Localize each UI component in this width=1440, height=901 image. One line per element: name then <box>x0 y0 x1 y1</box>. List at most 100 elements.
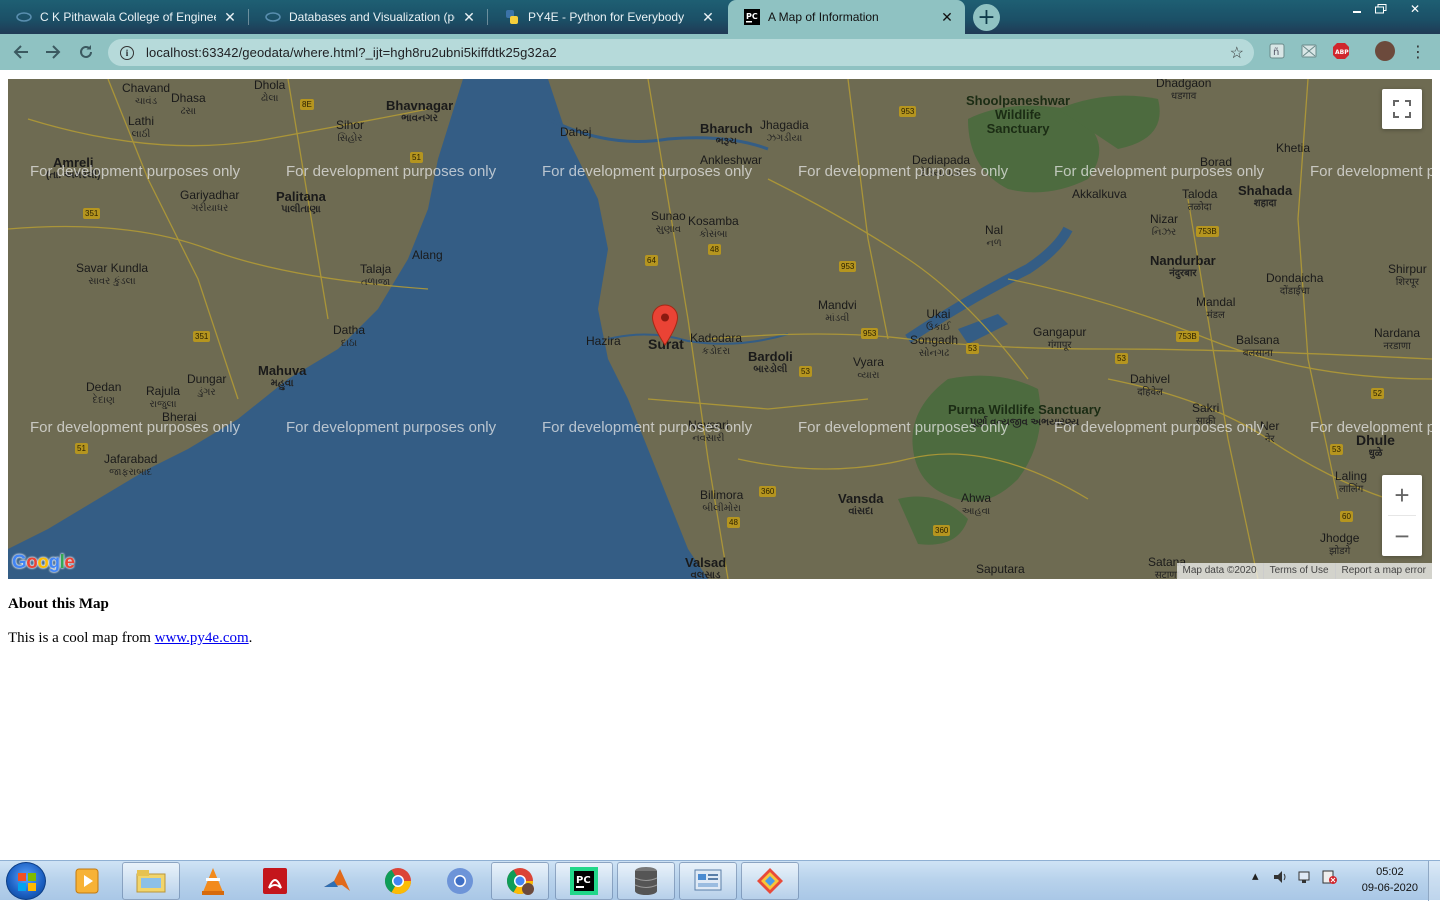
vlc-icon[interactable] <box>184 862 242 900</box>
fullscreen-button[interactable] <box>1382 89 1422 129</box>
map-label: Nizar નિઝર <box>1150 212 1179 239</box>
map-label: Shirpur शिरपूर <box>1388 262 1427 289</box>
globe-icon <box>16 9 32 25</box>
dev-watermark: For development purposes only <box>1310 163 1432 180</box>
road-shield: 53 <box>799 366 812 377</box>
map-label: Vyara વ્યારા <box>853 355 884 382</box>
extension-icon[interactable]: ñ <box>1268 42 1286 60</box>
map-label: Jhagadia ઝગડીયા <box>760 118 809 145</box>
adblock-icon[interactable]: ABP <box>1332 42 1350 60</box>
browser-toolbar: i localhost:63342/geodata/where.html?_ij… <box>0 34 1440 70</box>
start-button[interactable] <box>6 862 46 900</box>
dev-watermark: For development purposes only <box>1054 419 1265 436</box>
forward-icon[interactable] <box>40 40 66 64</box>
road-shield: 753B <box>1196 226 1219 237</box>
minimize-icon[interactable] <box>1344 0 1370 18</box>
system-clock[interactable]: 05:02 09-06-2020 <box>1362 864 1418 896</box>
address-url: localhost:63342/geodata/where.html?_ijt=… <box>146 45 557 60</box>
dev-watermark: For development purposes only <box>798 419 1009 436</box>
file-explorer-icon[interactable] <box>122 862 180 900</box>
app-icon[interactable] <box>741 862 799 900</box>
about-paragraph: This is a cool map from www.py4e.com. <box>8 630 252 647</box>
py4e-link[interactable]: www.py4e.com <box>155 630 249 646</box>
map-label: Ukai ઉકાઈ <box>926 307 951 334</box>
road-shield: 351 <box>193 331 211 342</box>
map-label: Palitana પાલીતાણા <box>276 189 326 215</box>
close-icon[interactable]: ✕ <box>461 9 477 25</box>
close-icon[interactable]: ✕ <box>700 9 716 25</box>
zoom-in-button[interactable]: + <box>1382 475 1422 515</box>
map-label: Dhule धुळे <box>1356 432 1395 459</box>
map-label: Valsad વલસાડ <box>685 555 727 579</box>
chrome-profile-icon[interactable] <box>491 862 549 900</box>
map-label: Balsana बलसाना <box>1236 333 1280 360</box>
menu-icon[interactable]: ⋮ <box>1409 42 1427 61</box>
close-window-icon[interactable]: ✕ <box>1400 0 1430 18</box>
dev-watermark: For development purposes only <box>286 419 497 436</box>
svg-text:ABP: ABP <box>1335 49 1349 56</box>
map-label: Mandal मंडल <box>1196 295 1236 322</box>
volume-icon[interactable] <box>1272 869 1288 889</box>
map-attribution: Map data ©2020 Terms of Use Report a map… <box>1176 563 1432 579</box>
map-label: Dhasa ઢસા <box>171 91 206 118</box>
map-label: Songadh સોનગઢ <box>910 333 959 360</box>
tab-strip: C K Pithawala College of Enginee ✕ Datab… <box>0 0 1440 34</box>
map-label: Akkalkuva <box>1072 187 1127 201</box>
map-label: Gangapur गंगापूर <box>1033 325 1087 352</box>
reload-icon[interactable] <box>73 40 99 64</box>
report-map-error-link[interactable]: Report a map error <box>1334 563 1432 579</box>
road-shield: 953 <box>839 261 857 272</box>
tab-databases[interactable]: Databases and Visualization (pee ✕ <box>249 0 487 34</box>
close-icon[interactable]: ✕ <box>939 9 955 25</box>
map-label: Nardana नरडाणा <box>1374 326 1421 353</box>
chromium-icon[interactable] <box>431 862 489 900</box>
pycharm-icon: PC <box>744 9 760 25</box>
map-label: Shoolpaneshwar Wildlife Sanctuary <box>965 93 1071 136</box>
map-label: Dahivel दहिवेल <box>1130 372 1171 399</box>
windows-taskbar: PC ▴ 05:02 09-06-2020 <box>0 860 1440 901</box>
map-label: Jhodge झोडगे <box>1320 531 1360 558</box>
bookmark-star-icon[interactable]: ☆ <box>1230 43 1244 63</box>
road-shield: 60 <box>1340 511 1353 522</box>
tab-py4e[interactable]: PY4E - Python for Everybody ✕ <box>488 0 726 34</box>
road-shield: 48 <box>708 244 721 255</box>
map-label: Shahada शहादा <box>1238 183 1293 209</box>
close-icon[interactable]: ✕ <box>222 9 238 25</box>
map-marker-icon[interactable] <box>651 304 679 346</box>
chrome-icon[interactable] <box>369 862 427 900</box>
database-icon[interactable] <box>617 862 675 900</box>
dev-watermark: For development purposes only <box>1310 419 1432 436</box>
new-tab-button[interactable]: + <box>973 4 1000 31</box>
map-label: Nal નળ <box>985 223 1004 250</box>
map-label: Dhola ઢોલા <box>254 79 286 104</box>
show-desktop-button[interactable] <box>1428 861 1440 901</box>
info-icon[interactable]: i <box>120 45 134 60</box>
google-map[interactable]: Chavand ચાવંડ Dhasa ઢસા Dhola ઢોલા Bhavnaga… <box>8 79 1432 579</box>
tab-ckp[interactable]: C K Pithawala College of Enginee ✕ <box>0 0 248 34</box>
action-center-icon[interactable] <box>1321 869 1337 889</box>
road-shield: 51 <box>410 152 423 163</box>
tab-title: C K Pithawala College of Enginee <box>40 10 216 24</box>
map-label: Taloda तळोदा <box>1182 187 1218 214</box>
tab-map-active[interactable]: PC A Map of Information ✕ <box>728 0 965 34</box>
restore-icon[interactable] <box>1368 0 1394 18</box>
extension-icon[interactable] <box>1300 42 1318 60</box>
clock-time: 05:02 <box>1376 866 1404 878</box>
control-panel-icon[interactable] <box>679 862 737 900</box>
map-label: Bardoli બારડોલી <box>748 349 793 375</box>
show-hidden-icons[interactable]: ▴ <box>1252 869 1259 884</box>
terms-of-use-link[interactable]: Terms of Use <box>1262 563 1335 579</box>
google-logo[interactable]: Google <box>12 552 75 574</box>
matlab-icon[interactable] <box>308 862 366 900</box>
zoom-out-button[interactable]: − <box>1382 516 1422 556</box>
tab-title: A Map of Information <box>768 10 879 24</box>
back-icon[interactable] <box>8 40 34 64</box>
profile-avatar[interactable] <box>1375 41 1395 61</box>
pycharm-icon[interactable]: PC <box>555 862 613 900</box>
network-icon[interactable] <box>1297 869 1313 889</box>
acrobat-icon[interactable] <box>246 862 304 900</box>
zoom-controls: + − <box>1382 475 1422 556</box>
address-bar[interactable]: i localhost:63342/geodata/where.html?_ij… <box>108 39 1254 66</box>
map-label: Dondaicha दोंडाईचा <box>1266 271 1324 298</box>
media-player-icon[interactable] <box>58 862 116 900</box>
